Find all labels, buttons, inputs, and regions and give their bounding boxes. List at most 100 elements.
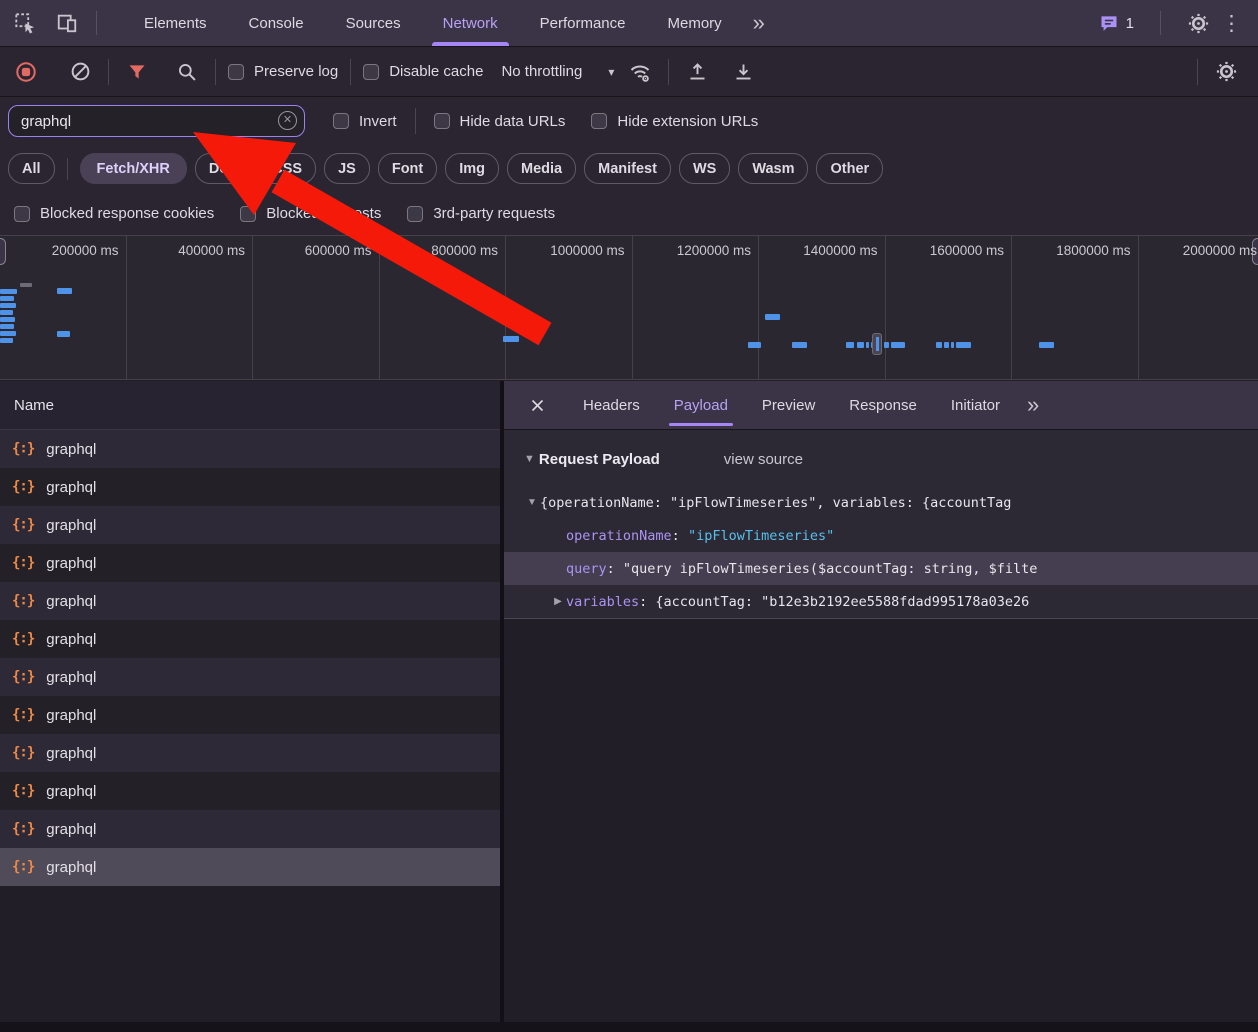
clear-button[interactable]	[64, 56, 96, 88]
request-row[interactable]: {∶}graphql	[0, 620, 500, 658]
request-row[interactable]: {∶}graphql	[0, 848, 500, 886]
divider	[215, 59, 216, 85]
request-row[interactable]: {∶}graphql	[0, 658, 500, 696]
details-tab-payload[interactable]: Payload	[657, 381, 745, 429]
preserve-log-checkbox[interactable]: Preserve log	[228, 63, 338, 80]
filter-chip-ws[interactable]: WS	[679, 153, 730, 184]
divider	[96, 11, 97, 35]
divider	[108, 59, 109, 85]
filter-chip-img[interactable]: Img	[445, 153, 499, 184]
details-tab-headers[interactable]: Headers	[566, 381, 657, 429]
checkbox[interactable]	[591, 113, 607, 129]
invert-checkbox[interactable]: Invert	[333, 113, 397, 130]
hide-extension-urls-checkbox[interactable]: Hide extension URLs	[591, 113, 758, 130]
collapse-triangle-icon[interactable]: ▼	[524, 497, 540, 508]
request-row[interactable]: {∶}graphql	[0, 544, 500, 582]
section-title: Request Payload	[539, 451, 660, 468]
request-row[interactable]: {∶}graphql	[0, 506, 500, 544]
filter-toggle-icon[interactable]	[121, 56, 153, 88]
network-toolbar: Preserve log Disable cache No throttling…	[0, 47, 1258, 97]
devtools-tabbar: ElementsConsoleSourcesNetworkPerformance…	[0, 0, 1258, 47]
request-name: graphql	[46, 441, 96, 458]
tab-console[interactable]: Console	[228, 0, 325, 46]
blocked-requests-checkbox[interactable]: Blocked requests	[240, 205, 381, 222]
checkbox[interactable]	[407, 206, 423, 222]
payload-row-query[interactable]: query: "query ipFlowTimeseries($accountT…	[504, 552, 1258, 585]
issues-button[interactable]: 1	[1099, 13, 1134, 33]
kebab-menu-icon[interactable]: ⋮	[1215, 13, 1258, 34]
hide-data-urls-checkbox[interactable]: Hide data URLs	[434, 113, 566, 130]
payload-summary-row[interactable]: ▼ {operationName: "ipFlowTimeseries", va…	[504, 486, 1258, 519]
checkbox[interactable]	[240, 206, 256, 222]
disable-cache-checkbox[interactable]: Disable cache	[363, 63, 483, 80]
tab-sources[interactable]: Sources	[325, 0, 422, 46]
record-button[interactable]	[10, 56, 42, 88]
collapse-triangle-icon[interactable]: ▼	[524, 453, 535, 465]
request-row[interactable]: {∶}graphql	[0, 810, 500, 848]
payload-row-operationName[interactable]: operationName: "ipFlowTimeseries"	[504, 519, 1258, 552]
request-row[interactable]: {∶}graphql	[0, 734, 500, 772]
network-overview-timeline[interactable]: 200000 ms400000 ms600000 ms800000 ms1000…	[0, 235, 1258, 380]
filter-input[interactable]: graphql ✕	[8, 105, 305, 137]
filter-chip-doc[interactable]: Doc	[195, 153, 250, 184]
view-source-link[interactable]: view source	[724, 451, 803, 468]
tab-network[interactable]: Network	[422, 0, 519, 46]
filter-chip-js[interactable]: JS	[324, 153, 370, 184]
json-braces-icon: {∶}	[12, 441, 34, 457]
tab-memory[interactable]: Memory	[647, 0, 743, 46]
request-name: graphql	[46, 707, 96, 724]
filter-chip-css[interactable]: CSS	[258, 153, 316, 184]
search-icon[interactable]	[171, 56, 203, 88]
checkbox[interactable]	[14, 206, 30, 222]
filter-chip-media[interactable]: Media	[507, 153, 576, 184]
import-har-icon[interactable]	[681, 56, 713, 88]
filter-chip-other[interactable]: Other	[816, 153, 883, 184]
payload-row-variables[interactable]: ▶ variables: {accountTag: "b12e3b2192ee5…	[504, 585, 1258, 618]
settings-gear-icon[interactable]	[1181, 6, 1215, 40]
third-party-requests-checkbox[interactable]: 3rd-party requests	[407, 205, 555, 222]
checkbox[interactable]	[363, 64, 379, 80]
inspect-element-icon[interactable]	[8, 6, 42, 40]
filter-chip-manifest[interactable]: Manifest	[584, 153, 671, 184]
close-details-icon[interactable]	[522, 390, 552, 420]
waterfall-cursor	[872, 333, 882, 355]
more-tabs-icon[interactable]: »	[743, 12, 773, 34]
blocked-response-cookies-checkbox[interactable]: Blocked response cookies	[14, 205, 214, 222]
request-row[interactable]: {∶} graphql	[0, 430, 500, 468]
tab-elements[interactable]: Elements	[123, 0, 228, 46]
expand-triangle-icon[interactable]: ▶	[550, 596, 566, 607]
request-row[interactable]: {∶}graphql	[0, 582, 500, 620]
chevron-down-icon: ▾	[608, 65, 614, 79]
divider	[67, 158, 68, 180]
export-har-icon[interactable]	[727, 56, 759, 88]
network-settings-gear-icon[interactable]	[1210, 56, 1242, 88]
timeline-column: 1800000 ms	[1012, 236, 1139, 380]
name-column-header[interactable]: Name	[0, 381, 500, 430]
checkbox[interactable]	[333, 113, 349, 129]
filter-chip-wasm[interactable]: Wasm	[738, 153, 808, 184]
more-detail-tabs-icon[interactable]: »	[1017, 394, 1047, 416]
filter-chip-all[interactable]: All	[8, 153, 55, 184]
waterfall-bar	[765, 314, 780, 320]
details-tab-initiator[interactable]: Initiator	[934, 381, 1017, 429]
tab-performance[interactable]: Performance	[519, 0, 647, 46]
checkbox[interactable]	[228, 64, 244, 80]
device-toolbar-icon[interactable]	[50, 6, 84, 40]
filter-chip-font[interactable]: Font	[378, 153, 437, 184]
request-row[interactable]: {∶}graphql	[0, 696, 500, 734]
divider	[1160, 11, 1161, 35]
throttling-select[interactable]: No throttling ▾	[501, 63, 614, 80]
request-row[interactable]: {∶}graphql	[0, 468, 500, 506]
request-row[interactable]: {∶}graphql	[0, 772, 500, 810]
checkbox[interactable]	[434, 113, 450, 129]
clear-filter-icon[interactable]: ✕	[278, 111, 297, 130]
network-conditions-icon[interactable]	[624, 56, 656, 88]
details-tab-preview[interactable]: Preview	[745, 381, 832, 429]
filter-chip-fetch-xhr[interactable]: Fetch/XHR	[80, 153, 187, 184]
waterfall-bar	[884, 342, 889, 348]
details-tab-response[interactable]: Response	[832, 381, 934, 429]
requests-list-panel: Name {∶}graphql{∶}graphql{∶}graphql{∶}gr…	[0, 381, 500, 1022]
timeline-tick-label: 1000000 ms	[550, 243, 624, 258]
timeline-column: 1000000 ms	[506, 236, 633, 380]
request-name: graphql	[46, 669, 96, 686]
